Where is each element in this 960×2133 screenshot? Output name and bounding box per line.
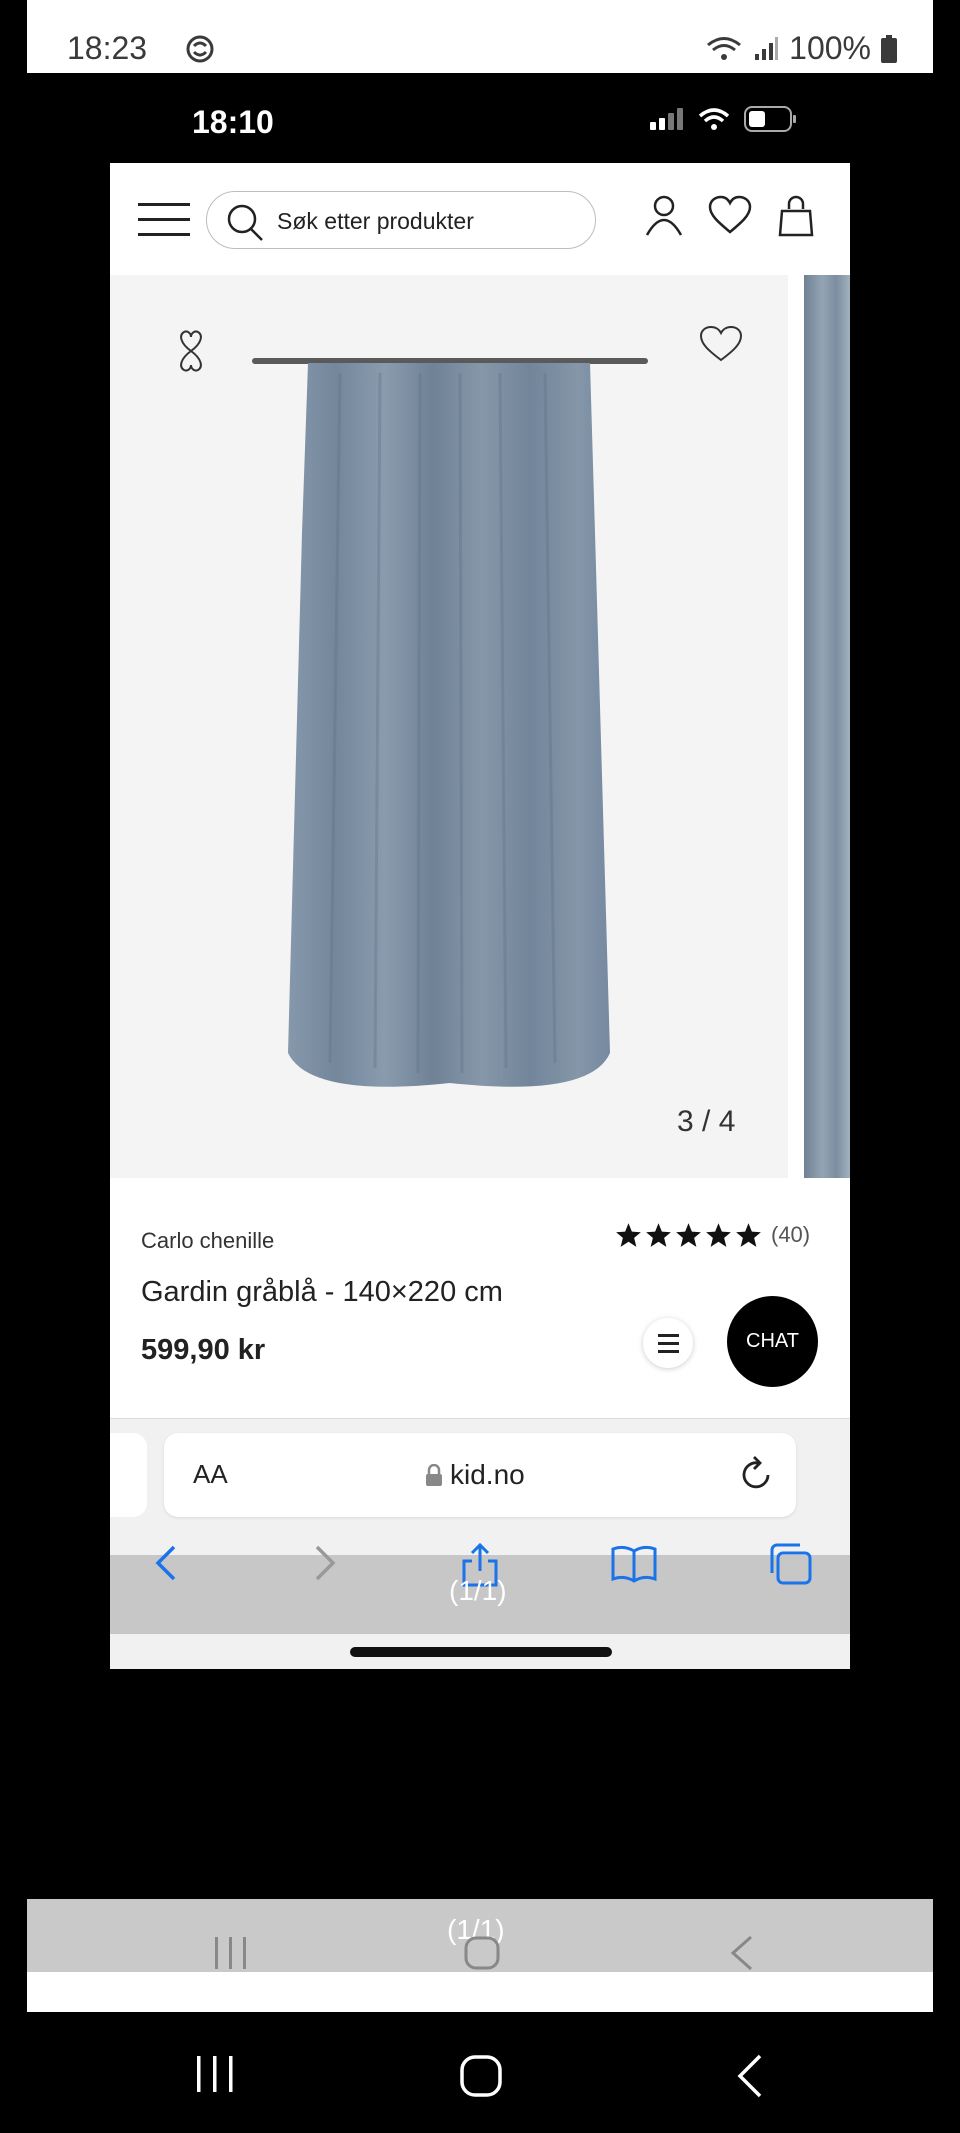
lock-icon bbox=[426, 1464, 442, 1486]
previous-tab-preview[interactable] bbox=[110, 1433, 147, 1517]
home-icon[interactable] bbox=[463, 1935, 503, 1971]
site-header: Søk etter produkter bbox=[110, 163, 850, 276]
account-icon[interactable] bbox=[644, 195, 684, 237]
sync-icon bbox=[186, 35, 214, 63]
page-counter-overlay: (1/1) bbox=[449, 1575, 507, 1606]
forward-icon[interactable] bbox=[313, 1543, 337, 1583]
product-image[interactable]: 3 / 4 bbox=[110, 275, 788, 1178]
compare-icon[interactable] bbox=[176, 329, 206, 373]
recents-icon[interactable] bbox=[211, 1935, 251, 1971]
rating-stars[interactable]: (40) bbox=[615, 1222, 810, 1248]
star-icon bbox=[616, 1223, 641, 1247]
outer-status-time: 18:23 bbox=[67, 30, 148, 66]
text-size-button[interactable]: AA bbox=[193, 1459, 228, 1490]
address-bar[interactable]: AA kid.no bbox=[164, 1433, 796, 1517]
search-input[interactable]: Søk etter produkter bbox=[206, 191, 596, 249]
product-info: Carlo chenille (40) Gardin gråblå - 140×… bbox=[110, 1178, 850, 1418]
inner-status-bar: 18:10 bbox=[110, 96, 850, 152]
recents-icon[interactable] bbox=[193, 2054, 237, 2094]
inner-status-time: 18:10 bbox=[192, 104, 274, 140]
wishlist-icon[interactable] bbox=[708, 195, 752, 235]
battery-icon bbox=[744, 106, 796, 132]
android-nav-bar bbox=[0, 2012, 960, 2133]
curtain-image bbox=[252, 358, 648, 1087]
reload-icon[interactable] bbox=[738, 1455, 774, 1493]
search-icon bbox=[227, 204, 263, 241]
product-gallery[interactable]: 3 / 4 bbox=[110, 275, 850, 1178]
bottom-white-strip bbox=[27, 1972, 933, 2012]
inner-status-right bbox=[650, 106, 798, 132]
back-icon[interactable] bbox=[154, 1543, 178, 1583]
next-product-image[interactable] bbox=[804, 275, 850, 1178]
url-display[interactable]: kid.no bbox=[426, 1459, 525, 1491]
gallery-counter: 3 / 4 bbox=[677, 1105, 736, 1138]
star-icon bbox=[706, 1223, 731, 1247]
star-icon bbox=[676, 1223, 701, 1247]
product-title: Gardin gråblå - 140×220 cm bbox=[141, 1276, 503, 1308]
browser-nav-toolbar: (1/1) bbox=[110, 1543, 850, 1634]
safari-toolbar: AA kid.no (1/1) bbox=[110, 1418, 850, 1669]
list-menu-button[interactable] bbox=[643, 1318, 693, 1368]
outer-status-right: 100% bbox=[705, 30, 897, 67]
url-text: kid.no bbox=[450, 1459, 525, 1490]
bottom-overlay-bar: (1/1) bbox=[27, 1899, 933, 1972]
signal-icon bbox=[755, 36, 779, 60]
star-icon bbox=[646, 1223, 671, 1247]
cellular-icon bbox=[650, 108, 683, 130]
product-price: 599,90 kr bbox=[141, 1334, 266, 1366]
home-icon[interactable] bbox=[459, 2054, 503, 2098]
rating-count: (40) bbox=[771, 1222, 811, 1247]
menu-icon[interactable] bbox=[138, 203, 190, 237]
star-icon bbox=[736, 1223, 761, 1247]
wifi-icon bbox=[698, 108, 730, 130]
tabs-icon[interactable] bbox=[768, 1543, 812, 1585]
bookmarks-icon[interactable] bbox=[610, 1543, 658, 1583]
product-brand[interactable]: Carlo chenille bbox=[141, 1228, 274, 1254]
search-placeholder: Søk etter produkter bbox=[277, 208, 474, 234]
favorite-icon[interactable] bbox=[699, 325, 743, 363]
home-indicator bbox=[350, 1647, 612, 1657]
back-icon[interactable] bbox=[727, 1935, 757, 1971]
back-icon[interactable] bbox=[734, 2054, 766, 2098]
battery-icon bbox=[881, 34, 897, 63]
cart-icon[interactable] bbox=[778, 195, 814, 237]
battery-percent: 100% bbox=[789, 30, 871, 66]
chat-button[interactable]: CHAT bbox=[727, 1296, 818, 1387]
outer-status-bar: 18:23 100% bbox=[27, 0, 933, 73]
browser-screen: Søk etter produkter 3 / 4 Carlo chenille… bbox=[110, 163, 850, 1669]
wifi-icon bbox=[707, 36, 742, 60]
